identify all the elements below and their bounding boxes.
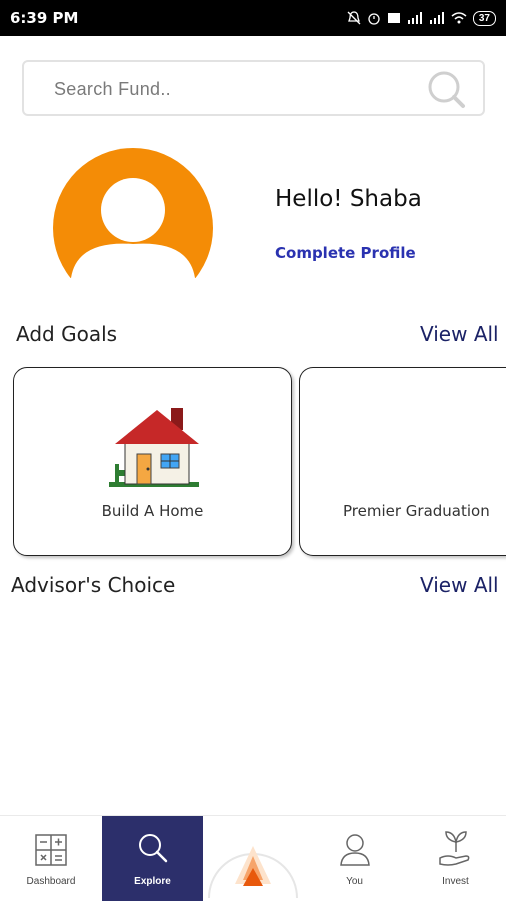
status-icons: 37 [347, 10, 496, 26]
wifi-icon [451, 12, 467, 24]
battery-icon: 37 [472, 10, 496, 26]
greeting-text: Hello! Shaba [275, 186, 422, 212]
calculator-icon [35, 834, 67, 866]
nav-label: Invest [442, 876, 469, 887]
goal-card-build-home[interactable]: Build A Home [13, 367, 292, 556]
goal-card-label: Premier Graduation [343, 502, 490, 520]
bottom-nav: Dashboard Explore You Invest [0, 815, 506, 901]
signal-icon-2 [429, 12, 444, 24]
nav-label: Explore [134, 876, 171, 887]
status-bar: 6:39 PM 37 [0, 0, 506, 36]
nav-label: Dashboard [26, 876, 76, 887]
sim-icon [387, 13, 400, 23]
search-input[interactable]: Search Fund.. [54, 62, 171, 116]
search-icon[interactable] [425, 70, 469, 110]
nav-explore[interactable]: Explore [102, 816, 203, 901]
goal-card-premier-graduation[interactable]: Premier Graduation [299, 367, 506, 556]
add-goals-title: Add Goals [16, 322, 118, 346]
advisors-choice-title: Advisor's Choice [11, 573, 176, 597]
mute-bell-icon [347, 11, 361, 25]
logo-icon [208, 846, 298, 898]
nav-home-logo[interactable] [203, 816, 304, 901]
alarm-icon [368, 13, 380, 25]
nav-you[interactable]: You [304, 816, 405, 901]
person-icon [340, 834, 370, 866]
advisor-view-all-link[interactable]: View All [420, 573, 499, 597]
plant-hand-icon [439, 831, 470, 866]
house-icon [109, 408, 199, 487]
complete-profile-link[interactable]: Complete Profile [275, 244, 416, 262]
avatar[interactable] [53, 148, 213, 278]
search-box[interactable]: Search Fund.. [22, 60, 485, 116]
goals-view-all-link[interactable]: View All [420, 322, 499, 346]
status-time: 6:39 PM [10, 9, 79, 27]
nav-label: You [346, 876, 363, 887]
signal-icon [407, 12, 422, 24]
nav-invest[interactable]: Invest [405, 816, 506, 901]
user-avatar-icon [53, 148, 213, 278]
search-icon [139, 834, 168, 863]
goal-card-label: Build A Home [101, 502, 204, 520]
nav-dashboard[interactable]: Dashboard [0, 816, 102, 901]
